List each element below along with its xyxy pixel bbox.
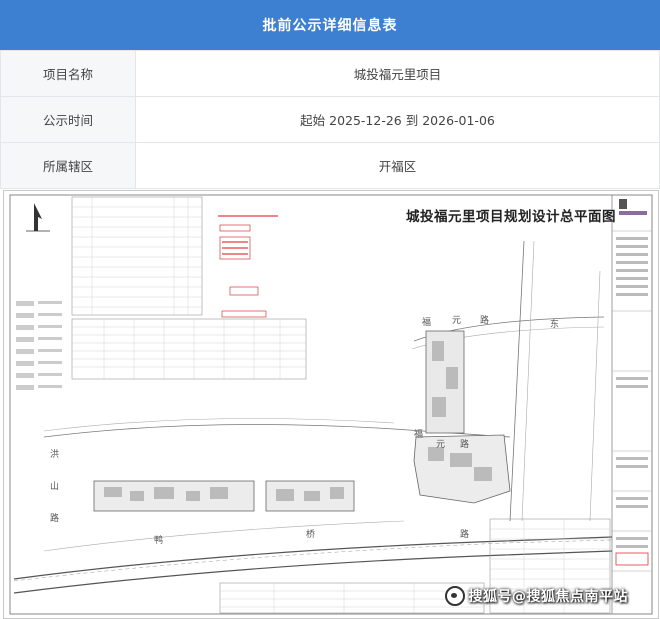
plan-title: 城投福元里项目规划设计总平面图 <box>406 209 616 225</box>
road-label: 洪 <box>50 450 60 460</box>
road-label: 鸭 <box>154 536 164 546</box>
road-label: 山 <box>50 482 60 492</box>
site-plan-drawing <box>9 194 653 615</box>
sohu-paw-icon <box>444 586 465 606</box>
publicity-time-value: 起始 2025-12-26 到 2026-01-06 <box>135 96 660 143</box>
header-title: 批前公示详细信息表 <box>262 18 398 34</box>
road-label: 路 <box>460 530 470 540</box>
table-row: 所属辖区 开福区 <box>0 142 660 189</box>
road-label: 元 <box>436 440 446 450</box>
site-plan-image: 城投福元里项目规划设计总平面图 福 元 路 东 洪 山 路 福 元 路 鸭 桥 … <box>3 190 659 619</box>
project-name-value: 城投福元里项目 <box>135 50 660 97</box>
district-label: 所属辖区 <box>0 142 136 189</box>
project-name-label: 项目名称 <box>0 50 136 97</box>
info-table: 项目名称 城投福元里项目 公示时间 起始 2025-12-26 到 2026-0… <box>0 50 660 189</box>
road-label: 路 <box>50 514 60 524</box>
road-label: 桥 <box>306 530 316 540</box>
watermark-text: 搜狐号@搜狐焦点南平站 <box>468 589 628 605</box>
district-value: 开福区 <box>135 142 660 189</box>
road-label: 元 <box>452 316 462 326</box>
table-row: 项目名称 城投福元里项目 <box>0 50 660 97</box>
road-label: 东 <box>550 320 560 330</box>
page-header: 批前公示详细信息表 <box>0 0 660 50</box>
table-row: 公示时间 起始 2025-12-26 到 2026-01-06 <box>0 96 660 143</box>
watermark: 搜狐号@搜狐焦点南平站 <box>444 586 629 606</box>
road-label: 福 <box>414 430 424 440</box>
road-label: 路 <box>480 316 490 326</box>
road-label: 路 <box>460 440 470 450</box>
road-label: 福 <box>422 318 432 328</box>
publicity-time-label: 公示时间 <box>0 96 136 143</box>
